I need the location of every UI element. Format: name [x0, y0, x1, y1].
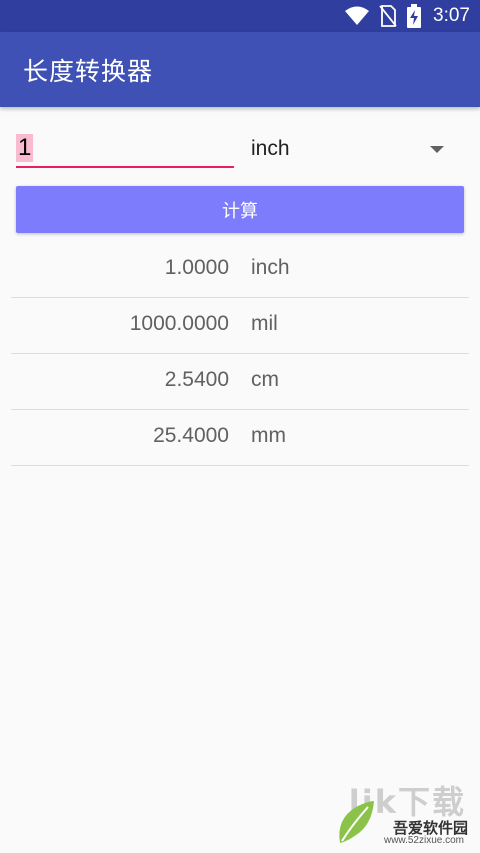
result-row: 1.0000 inch — [11, 242, 469, 298]
no-sim-icon — [379, 5, 397, 27]
app-title: 长度转换器 — [23, 57, 154, 86]
leaf-logo-icon — [339, 801, 374, 843]
app-bar: 长度转换器 — [0, 32, 480, 107]
status-bar: 3:07 — [0, 0, 480, 32]
watermark-url: www.52zixue.com — [383, 835, 464, 846]
result-value: 25.4000 — [153, 424, 229, 447]
result-unit: cm — [251, 368, 279, 391]
unit-dropdown[interactable]: inch — [250, 128, 450, 168]
dropdown-arrow-icon — [430, 146, 444, 153]
wifi-icon — [345, 6, 370, 25]
length-input[interactable]: 1 — [16, 128, 234, 168]
results-list: 1.0000 inch 1000.0000 mil 2.5400 cm 25.4… — [11, 242, 469, 466]
result-unit: inch — [251, 256, 290, 279]
calculate-button[interactable]: 计算 — [16, 186, 464, 233]
status-icons: 3:07 — [345, 0, 470, 32]
result-unit: mil — [251, 312, 278, 335]
result-unit: mm — [251, 424, 286, 447]
result-value: 1000.0000 — [129, 312, 229, 335]
battery-charging-icon — [407, 4, 422, 28]
result-row: 25.4000 mm — [11, 410, 469, 466]
result-row: 1000.0000 mil — [11, 298, 469, 354]
watermark: lik下载 吾爱软件园 www.52zixue.com — [334, 777, 474, 849]
length-input-value[interactable]: 1 — [16, 134, 34, 162]
result-row: 2.5400 cm — [11, 354, 469, 410]
unit-dropdown-value: inch — [251, 137, 290, 160]
result-value: 1.0000 — [164, 256, 229, 279]
status-time: 3:07 — [433, 5, 470, 26]
result-value: 2.5400 — [164, 368, 229, 391]
